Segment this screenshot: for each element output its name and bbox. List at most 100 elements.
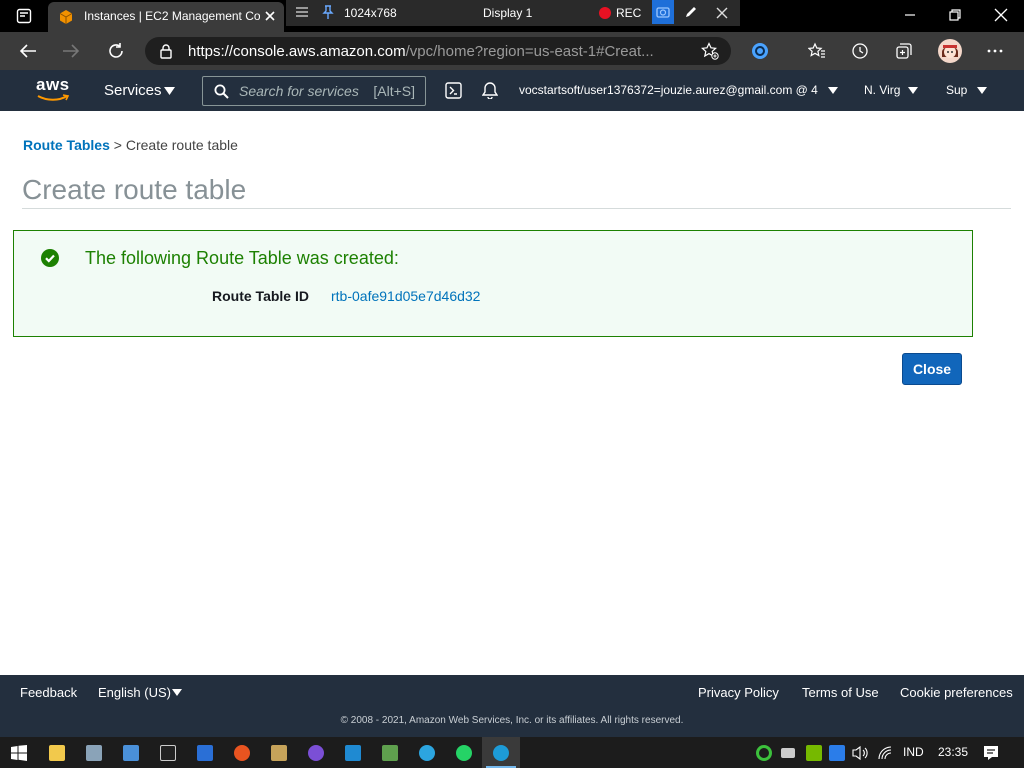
github-desktop-icon[interactable] — [308, 745, 324, 761]
notifications-bell-icon[interactable] — [482, 81, 498, 99]
vscode-icon[interactable] — [345, 745, 361, 761]
refresh-icon[interactable] — [107, 42, 125, 60]
git-icon[interactable] — [271, 745, 287, 761]
url-host: https://console.aws.amazon.com — [188, 43, 406, 60]
more-options-icon[interactable] — [987, 49, 1003, 53]
url-path: /vpc/home?region=us-east-1#Creat... — [405, 43, 654, 60]
success-alert: The following Route Table was created: R… — [13, 230, 973, 337]
powershell-icon[interactable] — [197, 745, 213, 761]
page-title: Create route table — [22, 174, 247, 205]
tab-actions-icon[interactable] — [16, 8, 32, 24]
file-explorer-icon[interactable] — [49, 745, 65, 761]
copyright-text: © 2008 - 2021, Amazon Web Services, Inc.… — [340, 715, 684, 726]
account-label: vocstartsoft/user1376372=jouzie.aurez@gm… — [519, 83, 818, 97]
windows-start-icon[interactable] — [11, 745, 27, 761]
aws-footer: Feedback English (US) Privacy Policy Ter… — [0, 675, 1024, 737]
account-chevron-icon[interactable] — [828, 87, 838, 94]
breadcrumb: Route Tables > Create route table — [23, 137, 238, 153]
clock[interactable]: 23:35 — [938, 745, 968, 759]
service-search-input[interactable]: Search for services [Alt+S] — [202, 76, 426, 106]
profile-avatar[interactable] — [938, 39, 962, 63]
support-chevron-icon[interactable] — [977, 87, 987, 94]
success-check-icon — [41, 249, 59, 267]
pencil-icon[interactable] — [684, 5, 698, 19]
collections-icon[interactable] — [895, 42, 913, 60]
wifi-icon[interactable] — [877, 745, 893, 761]
command-prompt-icon[interactable] — [160, 745, 176, 761]
services-chevron-icon[interactable] — [164, 87, 175, 95]
extension-icon[interactable] — [751, 42, 769, 60]
aws-logo[interactable]: aws — [36, 76, 72, 102]
route-table-id-link[interactable]: rtb-0afe91d05e7d46d32 — [331, 288, 480, 304]
search-placeholder: Search for services — [239, 83, 359, 99]
lock-icon[interactable] — [159, 43, 173, 59]
terms-of-use-link[interactable]: Terms of Use — [802, 685, 879, 700]
cookie-preferences-link[interactable]: Cookie preferences — [900, 685, 1013, 700]
ubuntu-icon[interactable] — [234, 745, 250, 761]
app-tray-icon[interactable] — [829, 745, 845, 761]
volume-icon[interactable] — [851, 745, 869, 761]
close-recorder-icon[interactable] — [716, 7, 728, 19]
address-bar[interactable]: https://console.aws.amazon.com/vpc/home?… — [145, 37, 731, 65]
region-chevron-icon[interactable] — [908, 87, 918, 94]
close-tab-icon[interactable] — [264, 10, 276, 22]
services-label: Services — [104, 82, 162, 99]
favorites-icon[interactable] — [808, 42, 826, 60]
pin-icon[interactable] — [322, 5, 334, 19]
battery-tray-icon[interactable] — [781, 748, 795, 758]
close-window-icon[interactable] — [994, 8, 1008, 22]
aws-logo-text: aws — [36, 75, 70, 94]
remote-desktop-icon[interactable] — [86, 745, 102, 761]
search-icon — [214, 84, 229, 99]
browser-toolbar: https://console.aws.amazon.com/vpc/home?… — [0, 32, 1024, 70]
minimize-window-icon[interactable] — [903, 8, 917, 22]
cloudshell-icon[interactable] — [445, 82, 462, 99]
main-content: Route Tables > Create route table Create… — [0, 111, 1024, 675]
url-text[interactable]: https://console.aws.amazon.com/vpc/home?… — [188, 43, 654, 60]
breadcrumb-current: Create route table — [125, 137, 238, 153]
recording-tray-icon[interactable] — [756, 745, 772, 761]
back-arrow-icon[interactable] — [19, 43, 37, 59]
close-button[interactable]: Close — [902, 353, 962, 385]
history-icon[interactable] — [851, 42, 869, 60]
record-label[interactable]: REC — [616, 6, 641, 20]
route-table-id-label: Route Table ID — [212, 288, 309, 304]
input-language[interactable]: IND — [903, 745, 924, 759]
aws-favicon-icon — [58, 9, 74, 25]
tab-title: Instances | EC2 Management Console — [84, 9, 260, 23]
whatsapp-icon[interactable] — [456, 745, 472, 761]
support-menu[interactable]: Sup — [946, 83, 967, 97]
telegram-icon[interactable] — [419, 745, 435, 761]
region-menu[interactable]: N. Virg — [864, 83, 900, 97]
browser-tab-strip: Instances | EC2 Management Console 1024x… — [0, 0, 1024, 32]
support-label: Sup — [946, 83, 968, 97]
edge-taskbar-button[interactable] — [482, 737, 520, 768]
camera-icon[interactable] — [652, 0, 674, 24]
privacy-policy-link[interactable]: Privacy Policy — [698, 685, 779, 700]
search-shortcut-hint: [Alt+S] — [373, 83, 415, 99]
aws-console-header: aws Services Search for services [Alt+S]… — [0, 70, 1024, 111]
edge-icon — [493, 745, 509, 761]
account-menu[interactable]: vocstartsoft/user1376372=jouzie.aurez@gm… — [519, 83, 818, 97]
notifications-icon[interactable] — [983, 745, 999, 761]
services-menu[interactable]: Services — [104, 82, 162, 99]
title-divider — [22, 208, 1011, 209]
browser-tab-active[interactable]: Instances | EC2 Management Console — [48, 2, 284, 32]
language-chevron-icon[interactable] — [172, 689, 182, 696]
feedback-link[interactable]: Feedback — [20, 685, 77, 700]
menu-icon[interactable] — [296, 6, 308, 18]
restore-window-icon[interactable] — [948, 8, 962, 22]
region-label: N. Virg — [864, 83, 901, 97]
windows-taskbar: IND 23:35 — [0, 737, 1024, 768]
language-selector[interactable]: English (US) — [98, 685, 171, 700]
success-message: The following Route Table was created: — [85, 248, 399, 268]
control-panel-icon[interactable] — [123, 745, 139, 761]
forward-arrow-icon[interactable] — [62, 43, 80, 59]
breadcrumb-route-tables-link[interactable]: Route Tables — [23, 137, 110, 153]
recorder-resolution: 1024x768 — [344, 6, 397, 20]
recorder-display: Display 1 — [483, 6, 533, 20]
nodejs-icon[interactable] — [382, 745, 398, 761]
nvidia-tray-icon[interactable] — [806, 745, 822, 761]
record-dot-icon[interactable] — [599, 7, 611, 19]
add-favorite-icon[interactable] — [701, 42, 719, 60]
